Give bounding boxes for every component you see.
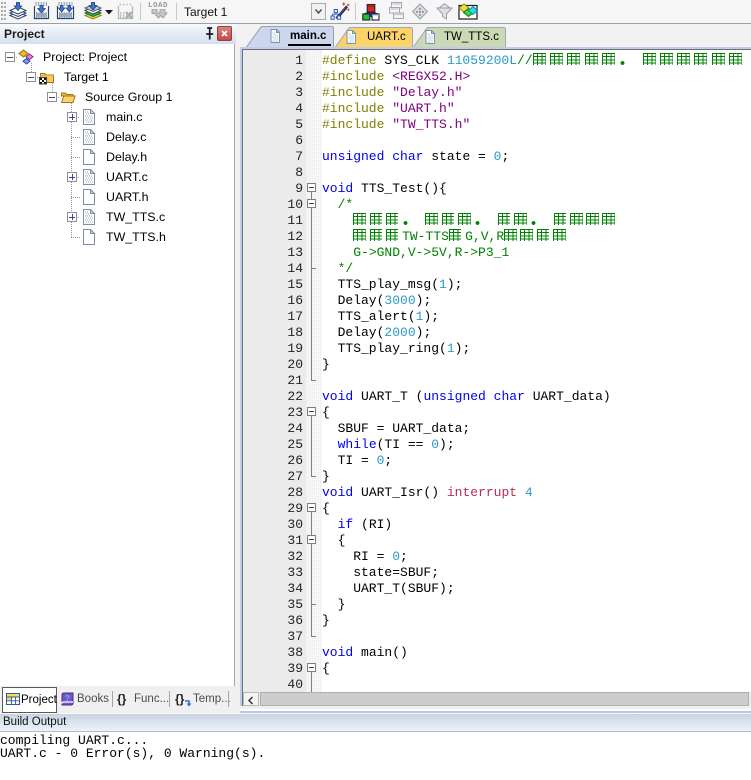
svg-text:?: ? xyxy=(65,694,70,703)
